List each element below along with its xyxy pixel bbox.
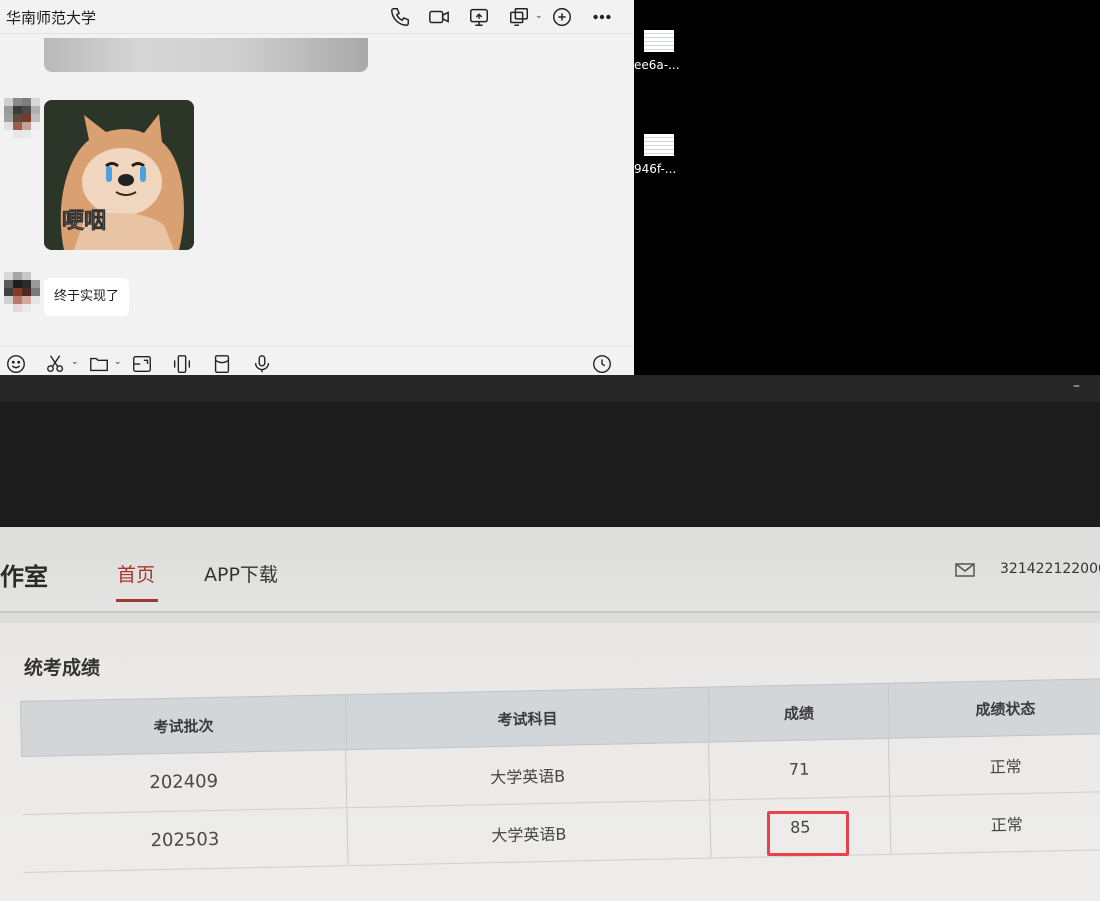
section-title: 统考成绩 (24, 657, 101, 679)
score-cell: 71 (709, 738, 891, 800)
nav-home[interactable]: 首页 (117, 560, 155, 587)
avatar[interactable] (4, 272, 40, 312)
desktop-file-icon[interactable]: 946f-... (634, 134, 694, 184)
window-titlebar: – (0, 375, 1100, 402)
score-table: 考试批次 考试科目 成绩 成绩状态 202409 大学英语B 71 正常 202… (20, 677, 1100, 873)
score-status-cell: 正常 (989, 756, 1022, 777)
more-icon[interactable] (591, 6, 613, 28)
chat-input-toolbar: ⌄ ⌄ (0, 346, 634, 375)
score-status-cell: 正常 (990, 814, 1023, 835)
red-packet-icon[interactable] (211, 353, 233, 375)
dark-app-window: – (0, 375, 1100, 527)
column-header: 考试科目 (345, 687, 711, 750)
chevron-down-icon[interactable]: ⌄ (114, 357, 122, 367)
exam-batch-cell: 202409 (21, 750, 348, 814)
minimize-button[interactable]: – (1073, 378, 1080, 394)
sticker-caption: 哽咽 (62, 209, 106, 234)
site-brand: 作室 (0, 563, 48, 591)
score-panel: 统考成绩 考试批次 考试科目 成绩 成绩状态 202409 大学英语B 71 正… (0, 623, 1100, 901)
exam-batch-cell: 202503 (22, 808, 349, 872)
mail-icon[interactable] (955, 563, 975, 577)
add-circle-icon[interactable] (551, 6, 573, 28)
column-header: 成绩状态 (975, 699, 1036, 719)
site-header: 作室 首页 APP下载 321422122000 (0, 527, 1100, 613)
phone-icon[interactable] (389, 6, 411, 28)
score-highlight-box (767, 811, 849, 856)
chevron-down-icon[interactable]: ⌄ (535, 11, 543, 21)
image-icon[interactable] (131, 353, 153, 375)
shake-icon[interactable] (171, 353, 193, 375)
blurred-message (44, 38, 368, 72)
desktop-file-icon[interactable]: ee6a-... (634, 30, 694, 80)
microphone-icon[interactable] (251, 353, 273, 375)
chat-message[interactable]: 终于实现了 (44, 278, 130, 316)
dog-sticker-image[interactable]: 哽咽 (44, 100, 194, 250)
folder-icon[interactable] (88, 353, 110, 375)
desktop-file-label: 946f-... (634, 162, 677, 176)
user-id[interactable]: 321422122000 (1000, 561, 1100, 577)
desktop-file-label: ee6a-... (634, 58, 680, 72)
remote-assist-icon[interactable] (508, 6, 530, 28)
column-header: 考试批次 (21, 695, 348, 756)
screen-share-icon[interactable] (468, 6, 490, 28)
exam-subject-cell: 大学英语B (347, 800, 712, 866)
column-header: 成绩 (708, 683, 890, 742)
scissors-icon[interactable] (45, 353, 67, 375)
score-page-photo: 作室 首页 APP下载 321422122000 统考成绩 考试批次 考试科目 … (0, 527, 1100, 901)
clock-history-icon[interactable] (591, 353, 613, 375)
nav-active-indicator (116, 599, 158, 602)
shiba-crying-icon: 哽咽 (44, 100, 194, 250)
video-call-icon[interactable] (428, 6, 450, 28)
file-thumbnail (644, 30, 674, 52)
chevron-down-icon[interactable]: ⌄ (71, 357, 79, 367)
emoji-icon[interactable] (5, 353, 27, 375)
file-thumbnail (644, 134, 674, 156)
chat-header: 华南师范大学 ⌄ (0, 0, 634, 34)
chat-window: 华南师范大学 ⌄ 哽咽 终于实现了 ⌄ ⌄ (0, 0, 634, 375)
nav-app-download[interactable]: APP下载 (204, 560, 278, 587)
avatar[interactable] (4, 98, 40, 138)
exam-subject-cell: 大学英语B (346, 742, 711, 808)
chat-title: 华南师范大学 (6, 9, 97, 27)
